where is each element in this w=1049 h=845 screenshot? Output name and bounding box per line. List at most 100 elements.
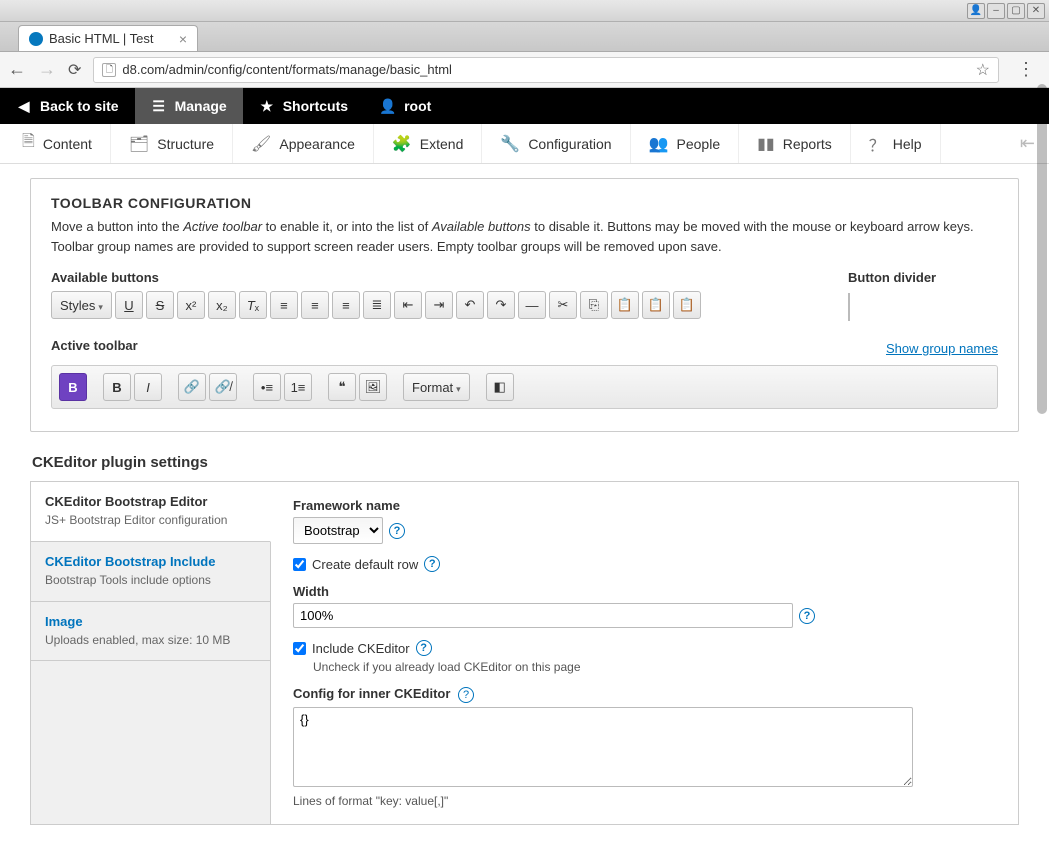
admin-menu: 🗎Content 🗂Structure 🖌Appearance 🧩Extend …: [0, 124, 1049, 164]
italic-button[interactable]: I: [134, 373, 162, 401]
numbered-list-button[interactable]: 1≡: [284, 373, 312, 401]
sitemap-icon: 🗂: [129, 134, 149, 154]
config-label: Config for inner CKEditor ?: [293, 686, 996, 703]
person-icon: 👤: [380, 98, 396, 114]
create-default-row-checkbox[interactable]: [293, 558, 306, 571]
menu-structure[interactable]: 🗂Structure: [111, 124, 233, 163]
desc-part: Move a button into the: [51, 219, 183, 234]
question-icon: ？: [869, 132, 885, 156]
scrollbar[interactable]: [1037, 84, 1047, 414]
browser-menu-icon[interactable]: ⋮: [1011, 59, 1041, 80]
shortcuts-label: Shortcuts: [283, 98, 348, 114]
vtab-title: Image: [45, 614, 256, 629]
subscript-button[interactable]: x₂: [208, 291, 236, 319]
superscript-button[interactable]: x²: [177, 291, 205, 319]
button-divider[interactable]: [848, 293, 850, 321]
link-button[interactable]: 🔗: [178, 373, 206, 401]
maximize-button[interactable]: ▢: [1007, 3, 1025, 19]
include-ckeditor-checkbox[interactable]: [293, 642, 306, 655]
cut-button[interactable]: ✂: [549, 291, 577, 319]
framework-select[interactable]: Bootstrap: [293, 517, 383, 544]
back-icon[interactable]: ←: [8, 59, 26, 80]
manage-toggle[interactable]: ☰ Manage: [135, 88, 243, 124]
menu-extend[interactable]: 🧩Extend: [374, 124, 483, 163]
config-textarea[interactable]: {}: [293, 707, 913, 787]
menu-people[interactable]: 👥People: [631, 124, 740, 163]
page-info-icon[interactable]: 🗋: [102, 63, 116, 77]
bold-button[interactable]: B: [103, 373, 131, 401]
vertical-tabs: CKEditor Bootstrap Editor JS+ Bootstrap …: [30, 481, 1019, 825]
framework-name-label: Framework name: [293, 498, 996, 513]
image-button[interactable]: 🖼: [359, 373, 387, 401]
help-icon[interactable]: ?: [458, 687, 474, 703]
menu-configuration[interactable]: 🔧Configuration: [482, 124, 630, 163]
outdent-button[interactable]: ⇤: [394, 291, 422, 319]
help-icon[interactable]: ?: [416, 640, 432, 656]
close-tab-icon[interactable]: ×: [179, 31, 187, 47]
redo-button[interactable]: ↷: [487, 291, 515, 319]
browser-tab[interactable]: Basic HTML | Test ×: [18, 25, 198, 51]
undo-button[interactable]: ↶: [456, 291, 484, 319]
underline-button[interactable]: U: [115, 291, 143, 319]
back-to-site[interactable]: ◀ Back to site: [0, 88, 135, 124]
help-icon[interactable]: ?: [389, 523, 405, 539]
horizontal-rule-button[interactable]: —: [518, 291, 546, 319]
available-buttons-label: Available buttons: [51, 270, 848, 285]
format-dropdown[interactable]: Format: [403, 373, 470, 401]
shortcuts-link[interactable]: ★ Shortcuts: [243, 88, 364, 124]
bookmark-star-icon[interactable]: ☆: [976, 60, 990, 80]
width-label: Width: [293, 584, 996, 599]
align-center-button[interactable]: ≡: [301, 291, 329, 319]
bootstrap-editor-button[interactable]: B: [59, 373, 87, 401]
url-field[interactable]: 🗋 d8.com/admin/config/content/formats/ma…: [93, 57, 999, 83]
vtab-bootstrap-editor[interactable]: CKEditor Bootstrap Editor JS+ Bootstrap …: [31, 482, 271, 542]
menu-appearance[interactable]: 🖌Appearance: [233, 124, 374, 163]
bulleted-list-button[interactable]: •≡: [253, 373, 281, 401]
menu-reports[interactable]: ▮▮Reports: [739, 124, 851, 163]
vtab-bootstrap-include[interactable]: CKEditor Bootstrap Include Bootstrap Too…: [31, 542, 270, 602]
source-button[interactable]: ◧: [486, 373, 514, 401]
unlink-button[interactable]: 🔗̸: [209, 373, 237, 401]
star-icon: ★: [259, 98, 275, 114]
menu-reports-label: Reports: [783, 136, 832, 152]
vertical-tabs-pane: Framework name Bootstrap ? Create defaul…: [271, 482, 1018, 824]
create-default-row-label: Create default row: [312, 557, 418, 572]
strikethrough-button[interactable]: S: [146, 291, 174, 319]
align-right-button[interactable]: ≡: [332, 291, 360, 319]
people-icon: 👥: [649, 134, 669, 154]
indent-button[interactable]: ⇥: [425, 291, 453, 319]
desc-em: Available buttons: [432, 219, 531, 234]
show-group-names-link[interactable]: Show group names: [886, 341, 998, 356]
user-icon[interactable]: 👤: [967, 3, 985, 19]
format-label: Format: [412, 380, 453, 395]
paste-word-button[interactable]: 📋: [673, 291, 701, 319]
align-left-button[interactable]: ≡: [270, 291, 298, 319]
close-window-button[interactable]: ✕: [1027, 3, 1045, 19]
reload-icon[interactable]: ⟳: [68, 60, 81, 80]
manage-label: Manage: [175, 98, 227, 114]
paste-text-button[interactable]: 📋: [642, 291, 670, 319]
width-input[interactable]: [293, 603, 793, 628]
browser-addressbar: ← → ⟳ 🗋 d8.com/admin/config/content/form…: [0, 52, 1049, 88]
justify-button[interactable]: ≣: [363, 291, 391, 319]
include-ckeditor-desc: Uncheck if you already load CKEditor on …: [313, 660, 996, 674]
vtab-title: CKEditor Bootstrap Editor: [45, 494, 256, 509]
vtab-summary: Uploads enabled, max size: 10 MB: [45, 632, 256, 649]
file-icon: 🗎: [22, 130, 35, 157]
admin-toolbar: ◀ Back to site ☰ Manage ★ Shortcuts 👤 ro…: [0, 88, 1049, 124]
help-icon[interactable]: ?: [424, 556, 440, 572]
styles-dropdown[interactable]: Styles: [51, 291, 112, 319]
menu-help-label: Help: [893, 136, 922, 152]
help-icon[interactable]: ?: [799, 608, 815, 624]
remove-format-button[interactable]: Tₓ: [239, 291, 267, 319]
desc-part: to enable it, or into the list of: [262, 219, 432, 234]
menu-content[interactable]: 🗎Content: [4, 124, 111, 163]
back-arrow-icon: ◀: [16, 98, 32, 114]
copy-button[interactable]: ⎘: [580, 291, 608, 319]
paste-button[interactable]: 📋: [611, 291, 639, 319]
vtab-image[interactable]: Image Uploads enabled, max size: 10 MB: [31, 602, 270, 662]
blockquote-button[interactable]: ❝: [328, 373, 356, 401]
minimize-button[interactable]: –: [987, 3, 1005, 19]
user-menu[interactable]: 👤 root: [364, 88, 447, 124]
menu-help[interactable]: ？ Help: [851, 124, 941, 163]
